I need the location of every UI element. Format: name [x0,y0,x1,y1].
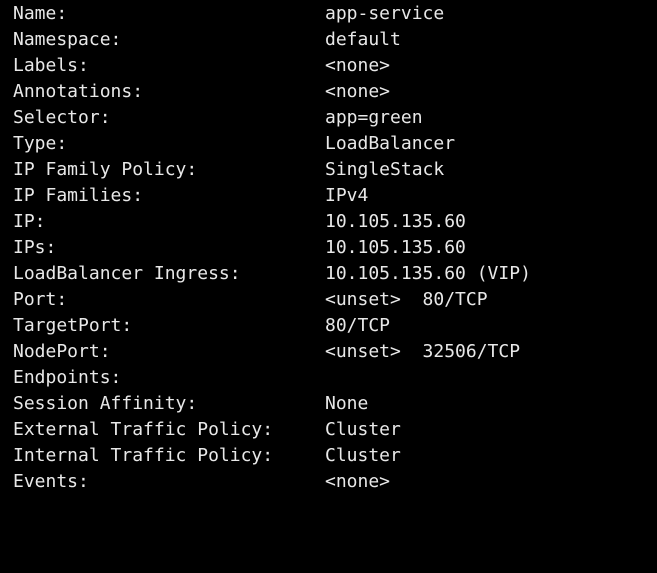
field-key: NodePort: [13,341,111,362]
field-value: <none> [325,55,391,76]
field-value: IPv4 [325,185,369,206]
row-namespace: Namespace: default [0,27,657,53]
field-value: 10.105.135.60 [325,237,466,258]
row-target-port: TargetPort: 80/TCP [0,313,657,339]
row-annotations: Annotations: <none> [0,79,657,105]
row-node-port: NodePort: <unset> 32506/TCP [0,339,657,365]
row-ip-family-policy: IP Family Policy: SingleStack [0,157,657,183]
field-value: 10.105.135.60 [325,211,466,232]
row-endpoints: Endpoints: [0,365,657,391]
row-port: Port: <unset> 80/TCP [0,287,657,313]
field-key: IPs: [13,237,57,258]
row-labels: Labels: <none> [0,53,657,79]
field-value: <none> [325,81,391,102]
field-value: <none> [325,471,391,492]
row-name: Name: app-service [0,1,657,27]
field-value: None [325,393,369,414]
field-key: Annotations: [13,81,144,102]
field-value: 10.105.135.60 (VIP) [325,263,531,284]
field-key: IP Families: [13,185,144,206]
field-key: Session Affinity: [13,393,198,414]
field-key: IP Family Policy: [13,159,198,180]
field-value: <unset> 32506/TCP [325,341,521,362]
terminal-output[interactable]: Name: app-service Namespace: default Lab… [0,0,657,498]
row-ip-families: IP Families: IPv4 [0,183,657,209]
row-type: Type: LoadBalancer [0,131,657,157]
field-value: app-service [325,3,445,24]
field-key: Labels: [13,55,89,76]
field-key: Port: [13,289,68,310]
field-key: Namespace: [13,29,122,50]
field-value: app=green [325,107,423,128]
field-key: Type: [13,133,68,154]
field-value: <unset> 80/TCP [325,289,488,310]
field-key: External Traffic Policy: [13,419,274,440]
field-value: LoadBalancer [325,133,456,154]
row-events: Events: <none> [0,469,657,495]
row-ip: IP: 10.105.135.60 [0,209,657,235]
field-key: LoadBalancer Ingress: [13,263,241,284]
field-key: Endpoints: [13,367,122,388]
field-key: Name: [13,3,68,24]
field-key: IP: [13,211,46,232]
field-value: Cluster [325,445,401,466]
field-value: 80/TCP [325,315,391,336]
field-key: TargetPort: [13,315,133,336]
field-key: Internal Traffic Policy: [13,445,274,466]
row-internal-traffic-policy: Internal Traffic Policy: Cluster [0,443,657,469]
field-value: Cluster [325,419,401,440]
row-external-traffic-policy: External Traffic Policy: Cluster [0,417,657,443]
row-selector: Selector: app=green [0,105,657,131]
field-key: Events: [13,471,89,492]
field-key: Selector: [13,107,111,128]
row-ips: IPs: 10.105.135.60 [0,235,657,261]
row-loadbalancer-ingress: LoadBalancer Ingress: 10.105.135.60 (VIP… [0,261,657,287]
field-value: default [325,29,401,50]
field-value: SingleStack [325,159,445,180]
row-session-affinity: Session Affinity: None [0,391,657,417]
